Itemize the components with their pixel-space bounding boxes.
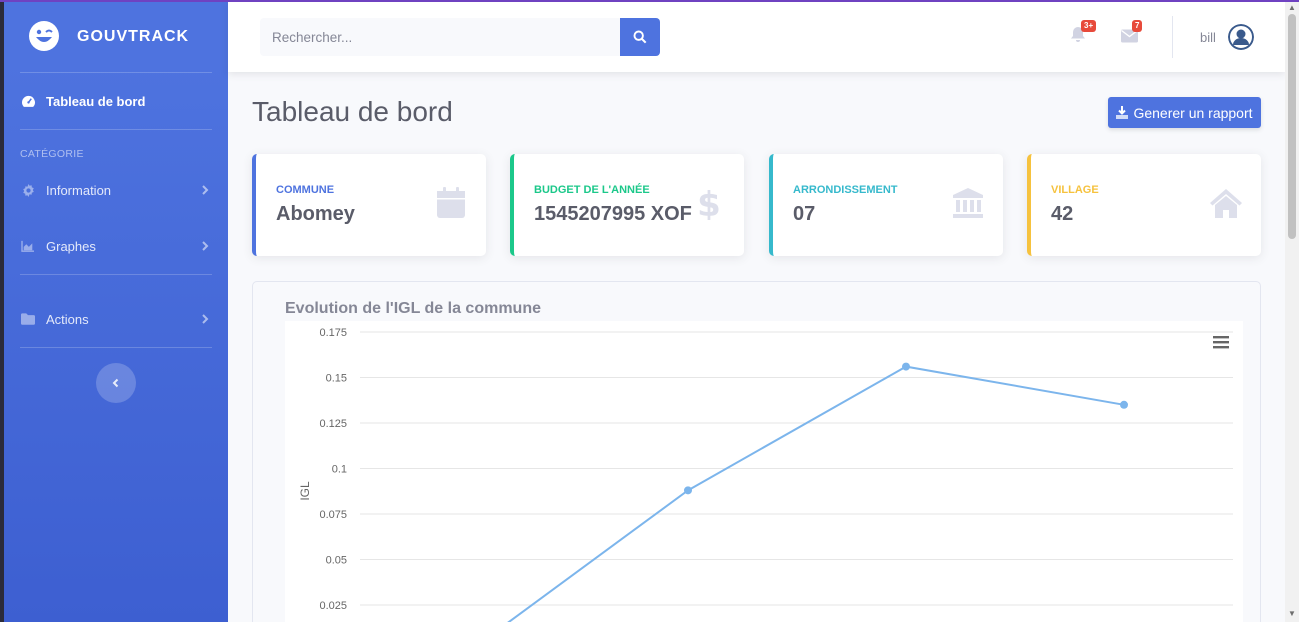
sidebar: GOUVTRACK Tableau de bord CATÉGORIE Info… <box>4 0 228 622</box>
sidebar-item-actions[interactable]: Actions <box>20 299 212 339</box>
y-tick-label: 0.1 <box>332 464 347 476</box>
tachometer-icon <box>20 93 36 109</box>
card-budget: Budget de l'année 1545207995 XOF $ <box>510 154 744 256</box>
calendar-icon <box>437 187 465 218</box>
sidebar-divider <box>20 72 212 73</box>
messages-button[interactable]: 7 <box>1121 20 1143 48</box>
sidebar-item-label: Information <box>46 182 112 198</box>
window-edge <box>0 0 4 622</box>
user-dropdown[interactable]: bill <box>1200 22 1254 52</box>
scroll-up-arrow[interactable]: ▲ <box>1288 4 1296 12</box>
data-point <box>684 486 692 495</box>
card-value: 1545207995 XOF <box>534 203 692 225</box>
sidebar-item-graphes[interactable]: Graphes <box>20 226 212 266</box>
cog-icon <box>20 182 36 198</box>
scroll-down-arrow[interactable]: ▼ <box>1288 610 1296 618</box>
generate-report-button[interactable]: Generer un rapport <box>1108 97 1261 128</box>
alerts-count-badge: 3+ <box>1081 20 1097 32</box>
topbar: 3+ 7 bill <box>228 2 1285 72</box>
card-arrondissement: Arrondissement 07 <box>769 154 1003 256</box>
chevron-right-icon <box>202 241 209 251</box>
data-point <box>1120 400 1128 409</box>
sidebar-divider <box>20 347 212 348</box>
chart-area-icon <box>20 238 36 254</box>
y-tick-label: 0.075 <box>319 509 347 521</box>
download-icon <box>1116 106 1129 119</box>
landmark-icon <box>953 188 983 218</box>
chevron-left-icon <box>112 378 119 388</box>
y-tick-label: 0.175 <box>319 327 347 339</box>
card-village: Village 42 <box>1027 154 1261 256</box>
sidebar-toggle-button[interactable] <box>96 363 136 403</box>
folder-icon <box>20 311 36 327</box>
card-label: Village <box>1051 184 1099 196</box>
top-accent-line <box>0 0 1299 2</box>
igl-line-chart: 0.175 0.15 0.125 0.1 0.075 0.05 0.025 IGL <box>298 327 1233 622</box>
alerts-button[interactable]: 3+ <box>1070 20 1097 48</box>
sidebar-item-dashboard[interactable]: Tableau de bord <box>20 81 212 121</box>
avatar <box>1227 24 1254 50</box>
user-avatar-icon <box>1227 24 1254 50</box>
dollar-icon: $ <box>697 186 721 220</box>
sidebar-item-information[interactable]: Information <box>20 170 212 210</box>
topbar-divider <box>1172 16 1173 58</box>
sidebar-heading: CATÉGORIE <box>20 148 84 160</box>
generate-report-label: Generer un rapport <box>1133 104 1253 121</box>
card-label: Budget de l'année <box>534 184 650 196</box>
sidebar-item-label: Graphes <box>46 238 96 254</box>
chart-title: Evolution de l'IGL de la commune <box>285 300 541 317</box>
y-tick-label: 0.15 <box>326 373 347 385</box>
card-value: 42 <box>1051 203 1074 225</box>
sidebar-brand[interactable]: GOUVTRACK <box>4 0 228 72</box>
chart-menu-icon[interactable] <box>1212 334 1230 350</box>
series-line <box>507 365 1125 622</box>
chevron-right-icon <box>202 185 209 195</box>
search-input[interactable] <box>260 18 620 56</box>
card-commune: Commune Abomey <box>252 154 486 256</box>
page-scrollbar[interactable]: ▲ ▼ <box>1285 2 1299 622</box>
y-tick-label: 0.05 <box>326 555 347 567</box>
user-name: bill <box>1200 29 1216 45</box>
card-value: Abomey <box>276 203 355 225</box>
chevron-right-icon <box>202 314 209 324</box>
laugh-wink-icon <box>29 21 59 51</box>
y-axis-label: IGL <box>298 481 312 501</box>
svg-text:$: $ <box>697 186 721 220</box>
search-form <box>260 18 660 56</box>
sidebar-divider <box>20 274 212 275</box>
messages-count-badge: 7 <box>1132 20 1143 32</box>
card-label: Commune <box>276 184 335 196</box>
brand-name: GOUVTRACK <box>77 28 190 45</box>
scroll-thumb[interactable] <box>1288 14 1296 239</box>
page-title: Tableau de bord <box>252 96 453 127</box>
card-label: Arrondissement <box>793 184 898 196</box>
chart-area: 0.175 0.15 0.125 0.1 0.075 0.05 0.025 IGL <box>285 321 1243 622</box>
home-icon <box>1210 189 1242 218</box>
sidebar-divider <box>20 129 212 130</box>
search-icon <box>633 30 647 44</box>
sidebar-item-label: Actions <box>46 311 89 327</box>
sidebar-item-label: Tableau de bord <box>46 93 146 109</box>
y-tick-label: 0.125 <box>319 418 347 430</box>
y-tick-label: 0.025 <box>319 600 347 612</box>
card-value: 07 <box>793 203 816 225</box>
search-button[interactable] <box>620 18 660 56</box>
data-point <box>902 362 910 371</box>
